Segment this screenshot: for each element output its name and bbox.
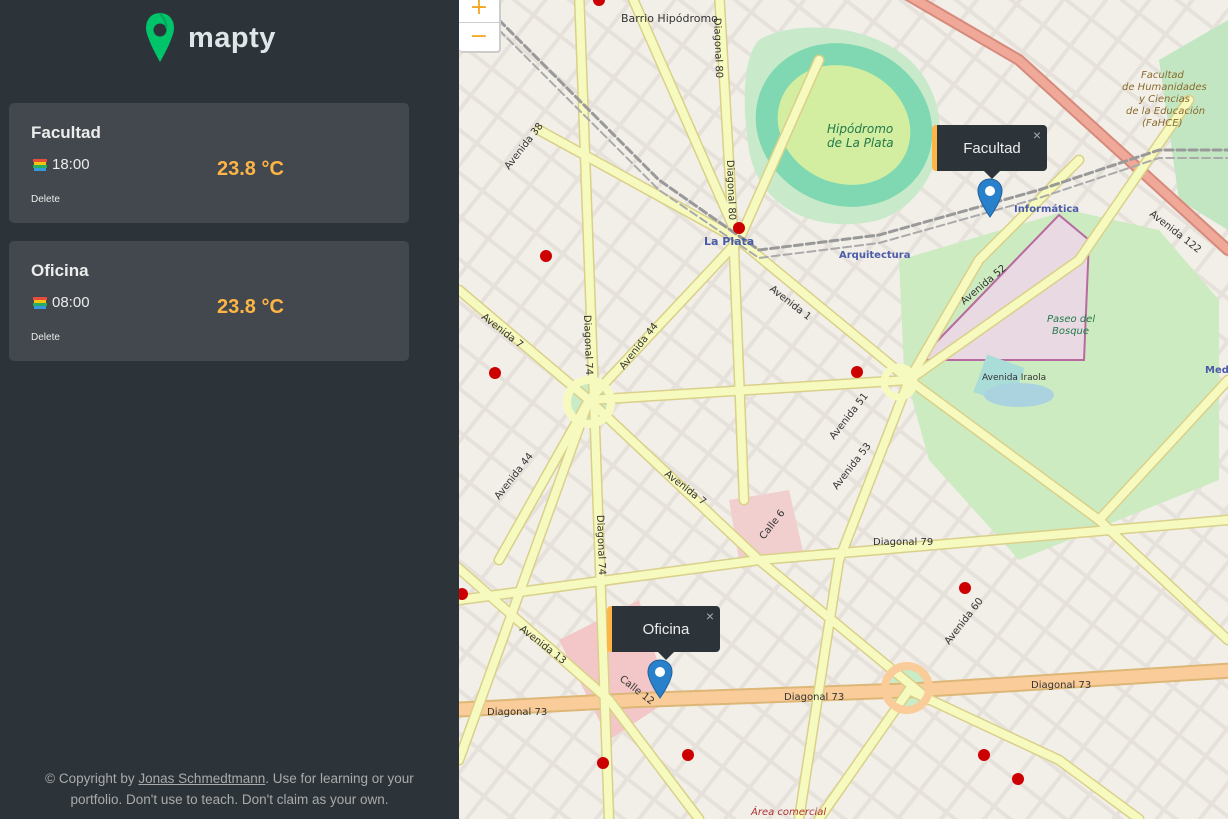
zoom-control: + − <box>459 0 501 53</box>
workout-temperature: 23.8 °C <box>217 296 284 318</box>
label-fahce-2: de Humanidades <box>1122 82 1207 93</box>
label-fahce: Facultad <box>1141 70 1185 81</box>
popup-label: Oficina <box>642 621 690 638</box>
label-paseo: Paseo del <box>1047 314 1095 325</box>
label-diag74: Diagonal 74 <box>581 315 594 376</box>
workout-title: Oficina <box>31 261 89 280</box>
label-diag80: Diagonal 80 <box>711 18 724 79</box>
popup-facultad[interactable]: Facultad × <box>932 125 1047 179</box>
popup-close-button[interactable]: × <box>706 608 714 624</box>
label-diag73-c: Diagonal 73 <box>1031 680 1091 691</box>
sidebar: mapty Facultad 18:00 23.8 °C Delete Ofic… <box>0 0 459 819</box>
zoom-in-button[interactable]: + <box>459 0 499 22</box>
workout-card[interactable]: Facultad 18:00 23.8 °C Delete <box>9 103 409 223</box>
label-fahce-4: de la Educación <box>1126 105 1205 117</box>
workout-time-value: 18:00 <box>52 156 90 173</box>
label-fahce-5: (FaHCE) <box>1142 118 1183 129</box>
workout-time-value: 08:00 <box>52 294 90 311</box>
delete-button[interactable]: Delete <box>31 194 60 205</box>
label-iraola: Avenida Iraola <box>982 373 1046 383</box>
label-medi: Medi <box>1205 365 1228 376</box>
label-diag79: Diagonal 79 <box>873 537 933 548</box>
label-area: Área comercial <box>750 805 826 818</box>
label-arquitectura: Arquitectura <box>839 250 910 261</box>
label-hipodromo-2: de La Plata <box>827 136 894 150</box>
workout-time: 08:00 <box>33 294 90 311</box>
workout-title: Facultad <box>31 123 101 142</box>
delete-button[interactable]: Delete <box>31 332 60 343</box>
label-diag74-b: Diagonal 74 <box>594 515 607 576</box>
map[interactable]: Barrio Hipódromo Hipódromo de La Plata L… <box>459 0 1228 819</box>
label-diag73-b: Diagonal 73 <box>784 692 844 703</box>
popup-close-button[interactable]: × <box>1033 127 1041 143</box>
popup-label: Facultad <box>963 140 1021 157</box>
label-informatica: Informática <box>1014 203 1079 215</box>
books-icon <box>33 296 47 310</box>
label-laplata: La Plata <box>704 235 754 248</box>
label-paseo-2: Bosque <box>1052 326 1089 337</box>
author-link[interactable]: Jonas Schmedtmann <box>138 771 265 786</box>
label-fahce-3: y Ciencias <box>1138 94 1190 105</box>
label-hipodromo: Hipódromo <box>827 122 893 136</box>
workout-time: 18:00 <box>33 156 90 173</box>
label-diag80-b: Diagonal 80 <box>724 160 737 221</box>
label-barrio: Barrio Hipódromo <box>621 12 718 25</box>
logo: mapty <box>145 12 276 64</box>
map-marker-icon[interactable] <box>647 659 673 699</box>
copyright-footer: © Copyright by Jonas Schmedtmann. Use fo… <box>0 768 459 810</box>
books-icon <box>33 158 47 172</box>
label-diag73: Diagonal 73 <box>487 707 547 718</box>
map-tiles[interactable]: Barrio Hipódromo Hipódromo de La Plata L… <box>459 0 1228 819</box>
workout-card[interactable]: Oficina 08:00 23.8 °C Delete <box>9 241 409 361</box>
popup-oficina[interactable]: Oficina × <box>607 606 720 660</box>
app-name: mapty <box>188 21 276 54</box>
map-marker-icon[interactable] <box>977 178 1003 218</box>
copyright-prefix: © Copyright by <box>45 771 139 786</box>
map-pin-logo-icon <box>146 12 174 62</box>
workout-temperature: 23.8 °C <box>217 158 284 180</box>
zoom-out-button[interactable]: − <box>459 22 499 51</box>
